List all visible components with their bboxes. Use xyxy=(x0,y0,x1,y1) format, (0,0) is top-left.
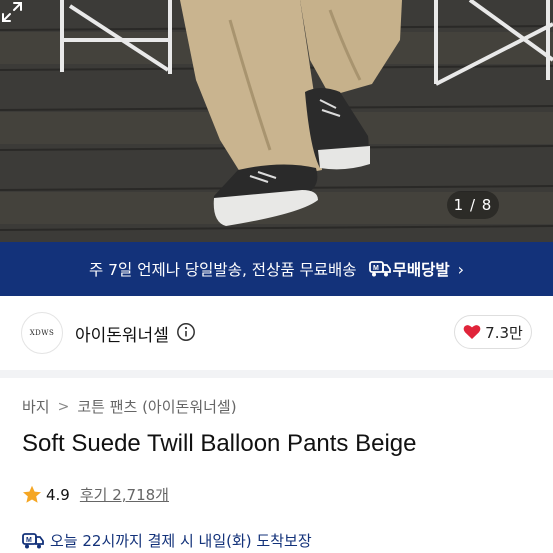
rating-score: 4.9 xyxy=(46,485,70,504)
heart-icon xyxy=(463,325,481,339)
breadcrumb-separator: > xyxy=(57,398,70,415)
shipping-banner-text: 주 7일 언제나 당일발송, 전상품 무료배송 xyxy=(88,261,357,279)
delivery-guarantee: M 오늘 22시까지 결제 시 내일(화) 도착보장 xyxy=(22,530,312,551)
reviews-link[interactable]: 후기 2,718개 xyxy=(80,484,169,505)
breadcrumb-item-category[interactable]: 바지 xyxy=(22,396,50,417)
shipping-banner[interactable]: 주 7일 언제나 당일발송, 전상품 무료배송 M 무배당발 › xyxy=(0,242,553,296)
product-title: Soft Suede Twill Balloon Pants Beige xyxy=(22,430,417,457)
delivery-text: 오늘 22시까지 결제 시 내일(화) 도착보장 xyxy=(50,532,312,550)
svg-text:M: M xyxy=(26,537,32,544)
image-counter: 1 / 8 xyxy=(447,191,499,219)
star-icon xyxy=(23,485,41,503)
truck-icon: M xyxy=(368,260,391,278)
info-icon[interactable] xyxy=(176,322,196,342)
shop-logo[interactable]: XDWS xyxy=(21,312,63,354)
product-image[interactable]: 1 / 8 xyxy=(0,0,553,242)
expand-icon[interactable] xyxy=(0,0,24,24)
like-count: 7.3만 xyxy=(485,323,523,342)
like-button[interactable]: 7.3만 xyxy=(454,315,532,349)
rating-row: 4.9 후기 2,718개 xyxy=(22,484,169,505)
section-divider xyxy=(0,370,553,378)
breadcrumb-item-subcategory[interactable]: 코튼 팬츠 (아이돈워너셀) xyxy=(77,396,236,417)
chevron-right-icon: › xyxy=(457,259,465,279)
shop-row[interactable]: XDWS 아이돈워너셀 7.3만 xyxy=(0,296,553,370)
truck-icon: M xyxy=(22,532,44,548)
shop-name[interactable]: 아이돈워너셀 xyxy=(75,321,169,346)
breadcrumb: 바지 > 코튼 팬츠 (아이돈워너셀) xyxy=(22,396,237,417)
shipping-badge-label: 무배당발 xyxy=(392,261,450,279)
svg-text:M: M xyxy=(373,265,379,272)
